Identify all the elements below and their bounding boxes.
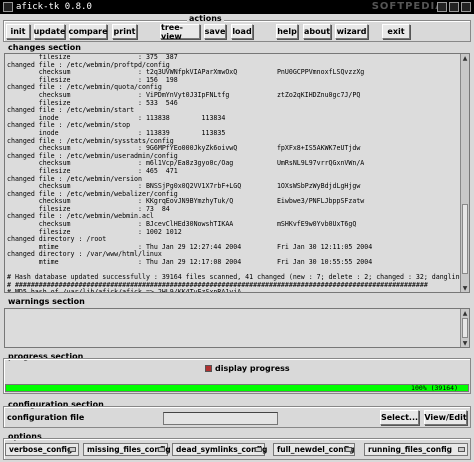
display-progress-toggle[interactable]: display progress (205, 364, 290, 373)
option-running-files-config[interactable]: running_files_config (364, 443, 468, 456)
option-full-newdel-config[interactable]: full_newdel_config (273, 443, 355, 456)
warnings-log[interactable]: ▲ ▼ (4, 308, 470, 348)
changes-log[interactable]: filesize : 375 387 changed file : /etc/we… (4, 53, 470, 293)
changes-scrollbar[interactable]: ▲ ▼ (460, 54, 469, 292)
warnings-section-label: warnings section (6, 297, 87, 306)
wizard-button[interactable]: wizard (335, 24, 368, 39)
option-indicator-icon (158, 447, 165, 452)
about-button[interactable]: about (303, 24, 331, 39)
minimize-icon[interactable] (437, 2, 447, 12)
scroll-down-icon[interactable]: ▼ (461, 284, 469, 292)
help-button[interactable]: help (276, 24, 298, 39)
option-indicator-icon (255, 447, 262, 452)
display-progress-label: display progress (215, 364, 290, 373)
save-button[interactable]: save (204, 24, 226, 39)
scroll-up-icon[interactable]: ▲ (461, 54, 469, 62)
view-edit-button[interactable]: View/Edit (424, 410, 467, 425)
title-bar: afick-tk 0.8.0 SOFTPEDIA (0, 0, 474, 14)
exit-button[interactable]: exit (382, 24, 410, 39)
scroll-down-icon[interactable]: ▼ (461, 339, 469, 347)
progress-fill (6, 385, 468, 391)
checkbox-indicator-icon (205, 365, 212, 372)
option-label: dead_symlinks_config (176, 445, 268, 454)
scroll-thumb[interactable] (462, 204, 468, 274)
changes-section-label: changes section (6, 43, 83, 52)
print-button[interactable]: print (112, 24, 137, 39)
configuration-file-input[interactable] (163, 412, 278, 425)
scroll-thumb[interactable] (462, 318, 468, 338)
scroll-up-icon[interactable]: ▲ (461, 309, 469, 317)
option-missing-files-config[interactable]: missing_files_config (83, 443, 171, 456)
init-button[interactable]: init (6, 24, 30, 39)
option-dead-symlinks-config[interactable]: dead_symlinks_config (172, 443, 268, 456)
changes-log-text: filesize : 375 387 changed file : /etc/we… (5, 54, 469, 293)
load-button[interactable]: load (231, 24, 253, 39)
select-button[interactable]: Select... (380, 410, 419, 425)
window-controls (437, 2, 471, 12)
option-label: running_files_config (368, 445, 453, 454)
configuration-file-label: configuration file (7, 413, 85, 422)
tree-view-button[interactable]: tree-view (160, 23, 200, 41)
option-verbose-config[interactable]: verbose_config (5, 443, 79, 456)
update-button[interactable]: update (34, 24, 65, 39)
option-indicator-icon (458, 447, 465, 452)
maximize-icon[interactable] (449, 2, 459, 12)
progress-text: 100% (39164) (411, 384, 458, 392)
close-icon[interactable] (461, 2, 471, 12)
window-title: afick-tk 0.8.0 (16, 2, 92, 12)
warnings-scrollbar[interactable]: ▲ ▼ (460, 309, 469, 347)
progress-bar: 100% (39164) (5, 384, 469, 392)
option-label: full_newdel_config (277, 445, 355, 454)
window-menu-icon[interactable] (3, 2, 13, 12)
option-indicator-icon (345, 447, 352, 452)
log-line: # MD5 hash of /var/lib/afick/afick => 2H… (7, 288, 242, 293)
watermark: SOFTPEDIA (371, 1, 444, 12)
log-line: mtime : Thu Jan 29 12:17:08 2004 Fri Jan… (7, 258, 373, 267)
option-label: verbose_config (9, 445, 73, 454)
option-indicator-icon (69, 447, 76, 452)
compare-button[interactable]: compare (68, 24, 108, 39)
